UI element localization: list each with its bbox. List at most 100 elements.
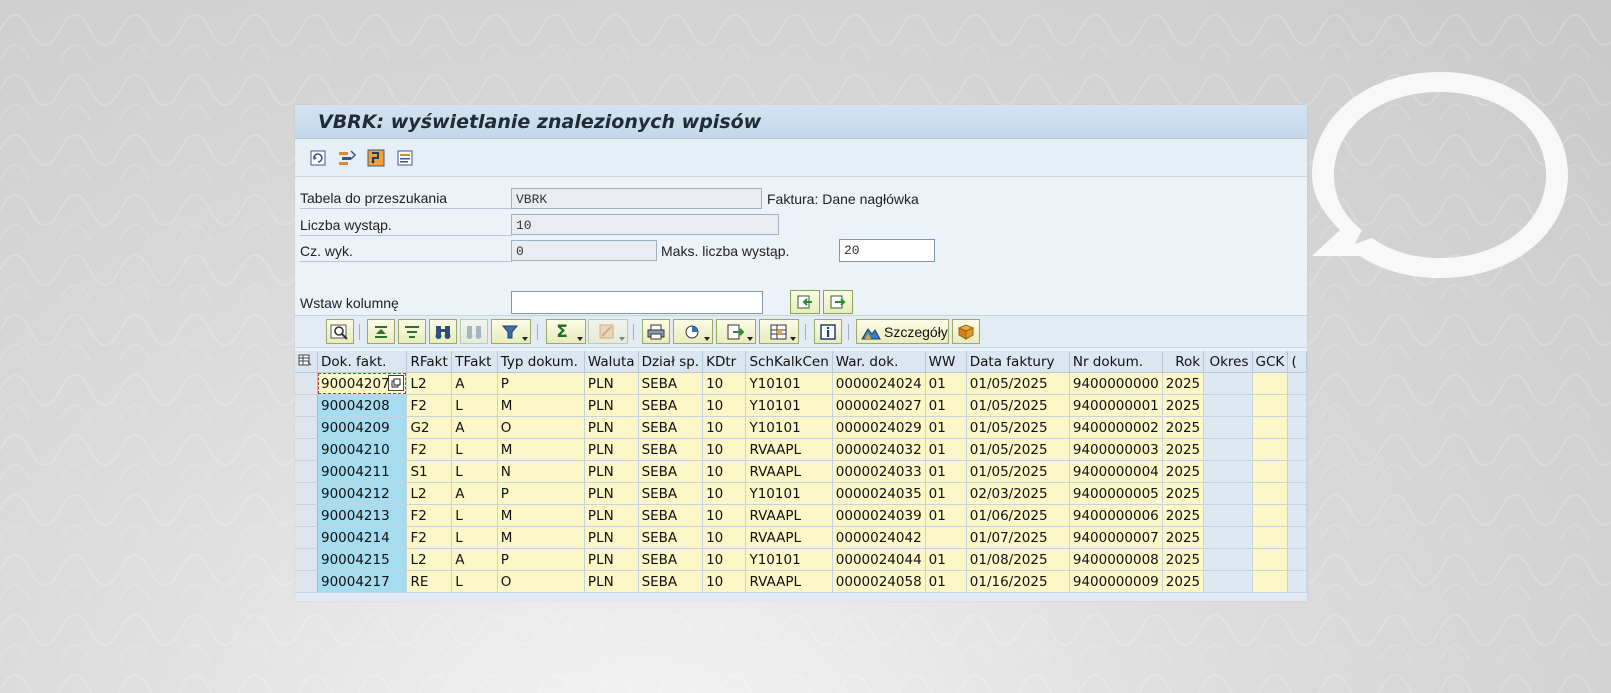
grid-cell[interactable]: L2 [406,482,453,505]
grid-cell[interactable]: RVAAPL [745,526,833,549]
grid-cell[interactable] [1252,372,1289,395]
grid-cell[interactable]: P [497,482,585,505]
grid-cell[interactable]: Y10101 [745,482,833,505]
grid-cell[interactable]: 10 [702,526,747,549]
grid-cell[interactable] [1287,548,1307,571]
grid-cell[interactable]: 90004210 [317,438,408,461]
grid-cell[interactable]: 90004213 [317,504,408,527]
col-header[interactable]: SchKalkCen [745,351,833,373]
grid-cell[interactable]: 01 [925,460,967,483]
table-row[interactable]: 90004209 G2 A O PLN SEBA 10 Y10101 0000024029 01 0… [295,416,1307,439]
grid-cell[interactable]: 9400000002 [1069,416,1163,439]
grid-cell[interactable]: 01/05/2025 [966,460,1070,483]
grid-cell[interactable]: 10 [702,504,747,527]
grid-cell[interactable]: 2025 [1162,548,1205,571]
grid-cell[interactable]: L [451,526,498,549]
grid-cell[interactable] [1287,394,1307,417]
max-hits-input[interactable]: 20 [839,239,935,262]
grid-cell[interactable] [1203,416,1253,439]
grid-cell[interactable] [1203,504,1253,527]
selection-options-icon[interactable] [336,147,358,169]
select-all-cell[interactable] [295,351,318,373]
grid-cell[interactable]: 9400000009 [1069,570,1163,593]
grid-cell[interactable]: SEBA [638,504,704,527]
grid-cell[interactable] [1252,438,1289,461]
grid-cell[interactable]: PLN [584,482,639,505]
grid-cell[interactable] [925,526,967,549]
layout-button[interactable] [759,319,799,344]
grid-cell[interactable]: 9400000007 [1069,526,1163,549]
grid-cell[interactable]: 90004215 [317,548,408,571]
col-header[interactable]: TFakt [451,351,498,373]
col-header[interactable]: KDtr [702,351,747,373]
grid-cell[interactable]: P [497,372,585,395]
table-row[interactable]: 90004211 S1 L N PLN SEBA 10 RVAAPL 0000024033 01 0… [295,460,1307,483]
grid-cell[interactable]: O [497,570,585,593]
grid-cell[interactable] [1252,482,1289,505]
filter-button[interactable] [491,319,531,344]
table-row[interactable]: 90004213 F2 L M PLN SEBA 10 RVAAPL 0000024039 01 0… [295,504,1307,527]
grid-cell[interactable] [1203,394,1253,417]
grid-cell[interactable]: 2025 [1162,482,1205,505]
col-header[interactable]: Typ dokum. [497,351,585,373]
col-header[interactable]: Data faktury [966,351,1070,373]
grid-cell[interactable]: N [497,460,585,483]
row-selector[interactable] [295,416,318,439]
table-field[interactable]: VBRK [511,188,762,209]
grid-cell[interactable] [1203,482,1253,505]
grid-cell[interactable] [1252,394,1289,417]
row-selector[interactable] [295,570,318,593]
grid-cell[interactable]: 9400000004 [1069,460,1163,483]
grid-cell[interactable]: L [451,570,498,593]
grid-cell[interactable] [1287,526,1307,549]
insert-column-input[interactable] [511,291,763,314]
grid-cell[interactable]: PLN [584,548,639,571]
export-button[interactable] [716,319,756,344]
col-header[interactable]: Waluta [584,351,639,373]
grid-cell[interactable]: 0000024042 [832,526,926,549]
insert-column-after-button[interactable] [823,290,853,314]
grid-cell[interactable] [1252,504,1289,527]
grid-cell[interactable]: SEBA [638,416,704,439]
details-view-button[interactable] [326,319,354,344]
grid-cell[interactable]: A [451,372,498,395]
grid-cell[interactable]: 90004211 [317,460,408,483]
grid-cell[interactable]: M [497,526,585,549]
grid-cell[interactable]: 9400000000 [1069,372,1163,395]
grid-cell[interactable]: RVAAPL [745,438,833,461]
row-selector[interactable] [295,548,318,571]
subtotal-button[interactable] [588,319,628,344]
grid-cell[interactable]: 01 [925,416,967,439]
sort-descending-button[interactable] [398,319,426,344]
col-header[interactable]: Dział sp. [638,351,704,373]
grid-cell[interactable] [1203,548,1253,571]
grid-cell[interactable] [1252,548,1289,571]
grid-cell[interactable] [1287,460,1307,483]
grid-cell[interactable]: F2 [406,504,453,527]
refresh-icon[interactable] [307,147,329,169]
grid-cell[interactable]: 01 [925,394,967,417]
grid-cell[interactable]: 01/16/2025 [966,570,1070,593]
grid-cell[interactable]: PLN [584,460,639,483]
row-selector[interactable] [295,372,318,395]
grid-cell[interactable]: 10 [702,416,747,439]
grid-cell[interactable]: 90004214 [317,526,408,549]
grid-cell[interactable] [1287,570,1307,593]
grid-cell[interactable]: 2025 [1162,438,1205,461]
grid-cell[interactable]: 0000024035 [832,482,926,505]
grid-cell[interactable]: 2025 [1162,504,1205,527]
grid-cell[interactable]: 90004217 [317,570,408,593]
col-header[interactable]: GCK [1252,351,1289,373]
grid-cell[interactable]: 90004207 [317,372,408,395]
grid-cell[interactable]: PLN [584,570,639,593]
grid-cell[interactable]: 01/07/2025 [966,526,1070,549]
grid-cell[interactable]: 10 [702,372,747,395]
check-table-icon[interactable] [365,147,387,169]
table-row[interactable]: 90004215 L2 A P PLN SEBA 10 Y10101 0000024044 01 0… [295,548,1307,571]
grid-cell[interactable] [1252,460,1289,483]
grid-cell[interactable]: 01/05/2025 [966,438,1070,461]
grid-cell[interactable]: 01 [925,438,967,461]
grid-cell[interactable]: RVAAPL [745,504,833,527]
grid-cell[interactable]: RVAAPL [745,570,833,593]
grid-cell[interactable] [1287,438,1307,461]
